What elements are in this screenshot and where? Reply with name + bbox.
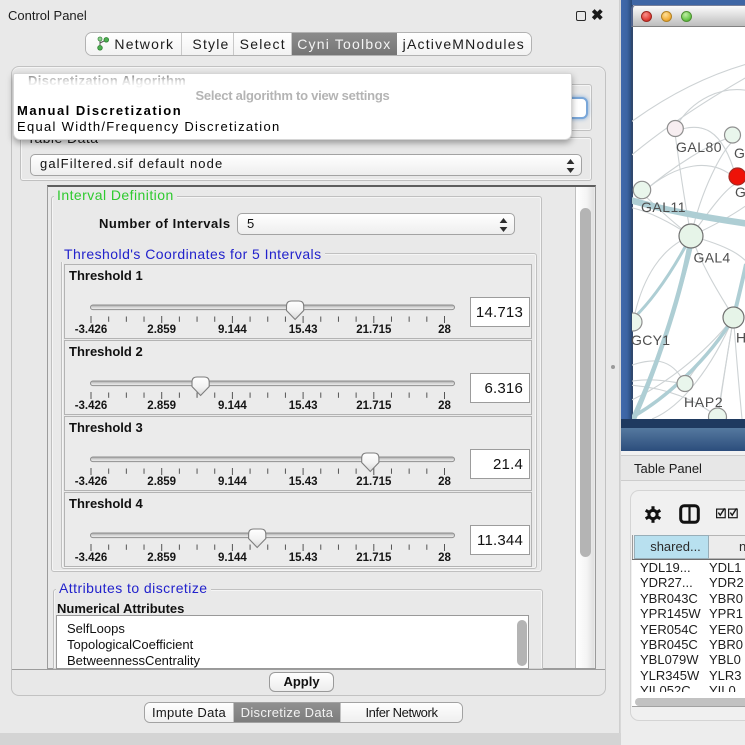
svg-text:H: H [736,330,745,346]
svg-text:28: 28 [438,552,451,564]
svg-text:G: G [735,184,745,200]
svg-text:15.43: 15.43 [289,476,318,488]
svg-text:-3.426: -3.426 [75,552,108,564]
svg-text:-3.426: -3.426 [75,324,108,336]
svg-text:15.43: 15.43 [289,552,318,564]
svg-text:9.144: 9.144 [218,324,247,336]
svg-text:21.715: 21.715 [356,324,392,336]
svg-text:21.715: 21.715 [356,476,392,488]
svg-text:2.859: 2.859 [147,476,176,488]
svg-text:GAL11: GAL11 [641,199,686,215]
svg-text:GAL80: GAL80 [676,139,722,155]
svg-text:9.144: 9.144 [218,400,247,412]
svg-text:9.144: 9.144 [218,552,247,564]
svg-text:HAP2: HAP2 [684,394,723,410]
svg-text:9.144: 9.144 [218,476,247,488]
svg-text:2.859: 2.859 [147,400,176,412]
svg-text:15.43: 15.43 [289,400,318,412]
svg-text:21.715: 21.715 [356,552,392,564]
svg-text:28: 28 [438,476,451,488]
svg-text:2.859: 2.859 [147,552,176,564]
svg-text:GCY1: GCY1 [632,332,670,348]
svg-text:GAL4: GAL4 [694,250,731,266]
svg-text:28: 28 [438,324,451,336]
svg-text:21.715: 21.715 [356,400,392,412]
svg-text:28: 28 [438,400,451,412]
svg-text:2.859: 2.859 [147,324,176,336]
svg-text:G.: G. [734,145,745,161]
svg-text:-3.426: -3.426 [75,476,108,488]
svg-text:15.43: 15.43 [289,324,318,336]
svg-text:-3.426: -3.426 [75,400,108,412]
